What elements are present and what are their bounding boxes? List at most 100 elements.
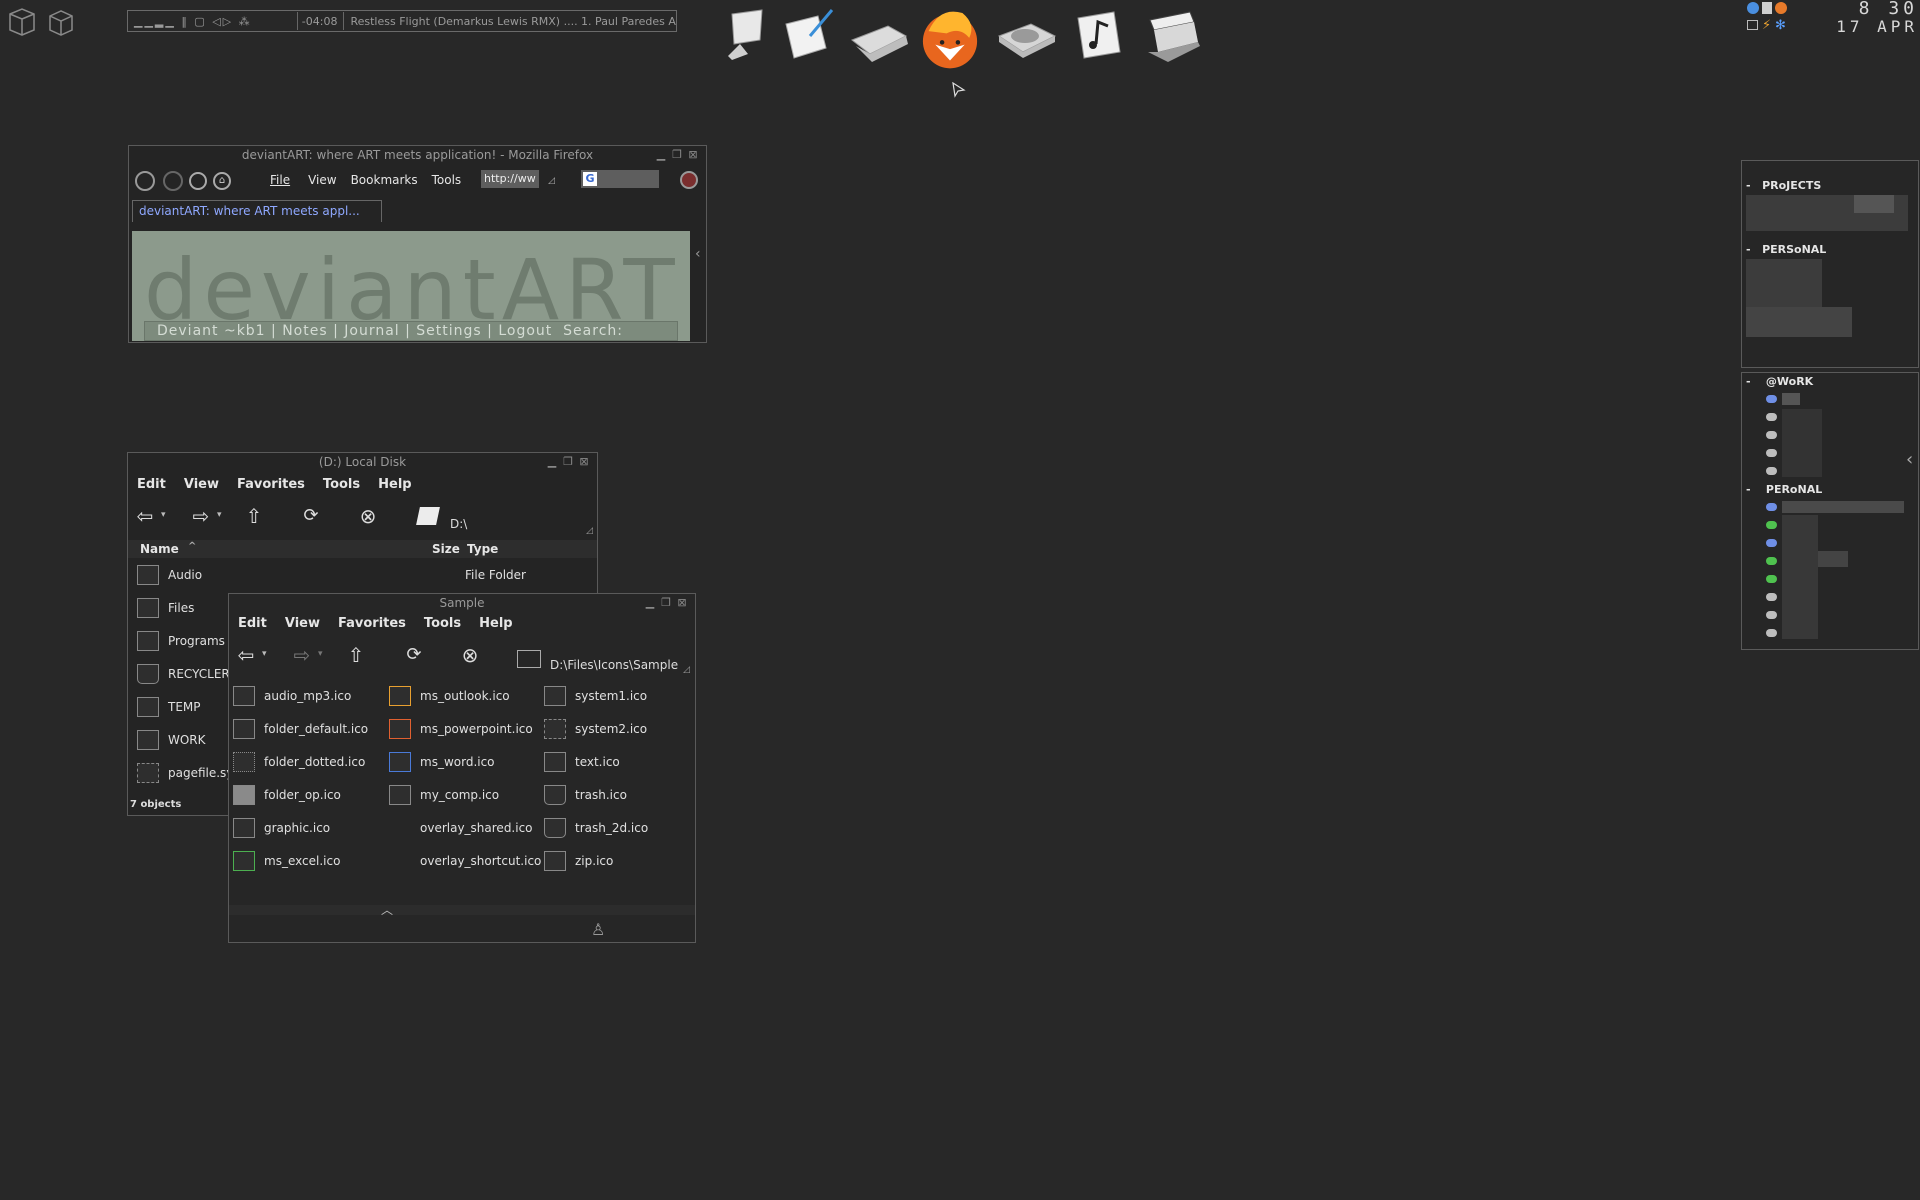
file-item[interactable]: trash_2d.ico — [544, 813, 648, 843]
maximize-icon[interactable]: ❐ — [561, 455, 575, 469]
menu-help[interactable]: Help — [378, 477, 411, 492]
network-icon[interactable] — [1747, 2, 1759, 14]
url-field[interactable]: http://ww — [481, 170, 539, 188]
contact-item[interactable] — [1818, 551, 1848, 567]
media-player-bar[interactable]: ▁▁▂▁ ‖ ▢ ◁▷ ⁂ -04:08 Restless Flight (De… — [127, 10, 677, 32]
menu-edit[interactable]: Edit — [137, 477, 166, 492]
desktop-cube-icons[interactable] — [6, 6, 76, 36]
notes-icon[interactable] — [780, 6, 842, 68]
file-item[interactable]: overlay_shortcut.ico — [389, 846, 541, 876]
contact-item[interactable] — [1782, 409, 1822, 477]
forward-arrow-icon[interactable]: ⇨ — [188, 503, 214, 529]
turntable-icon[interactable] — [995, 6, 1057, 68]
music-icon[interactable] — [1068, 6, 1130, 68]
menu-bookmarks[interactable]: Bookmarks — [351, 173, 418, 187]
file-item[interactable]: ms_word.ico — [389, 747, 495, 777]
menu-view[interactable]: View — [184, 477, 219, 492]
minimize-icon[interactable]: ▁ — [654, 148, 668, 162]
reload-icon[interactable] — [189, 172, 207, 190]
address-text[interactable]: D:\Files\Icons\Sample — [550, 658, 678, 672]
home-icon[interactable]: ⌂ — [213, 172, 231, 190]
list-item[interactable]: RECYCLER — [137, 659, 230, 689]
site-nav-bar[interactable]: Deviant ~kb1 | Notes | Journal | Setting… — [144, 321, 678, 341]
file-item[interactable]: zip.ico — [544, 846, 613, 876]
menu-tools[interactable]: Tools — [432, 173, 462, 187]
user-icon[interactable] — [1762, 2, 1772, 14]
menu-view[interactable]: View — [308, 173, 336, 187]
file-item[interactable]: folder_dotted.ico — [233, 747, 365, 777]
file-item[interactable]: overlay_shared.ico — [389, 813, 533, 843]
list-item[interactable]: WORK — [137, 725, 206, 755]
forward-icon[interactable] — [163, 171, 183, 191]
group-header[interactable]: - @WoRK — [1746, 375, 1813, 388]
forward-dropdown-icon[interactable]: ▾ — [217, 510, 222, 520]
file-item[interactable]: folder_op.ico — [233, 780, 341, 810]
back-arrow-icon[interactable]: ⇦ — [132, 503, 158, 529]
window-tray-icon[interactable] — [1747, 20, 1758, 30]
file-item[interactable]: ms_outlook.ico — [389, 681, 510, 711]
project-item[interactable] — [1746, 259, 1822, 307]
contact-item[interactable] — [1782, 501, 1904, 513]
menu-favorites[interactable]: Favorites — [338, 616, 406, 631]
file-item[interactable]: ms_excel.ico — [233, 846, 340, 876]
file-item[interactable]: ms_powerpoint.ico — [389, 714, 533, 744]
close-icon[interactable]: ⊠ — [675, 596, 689, 610]
address-text[interactable]: D:\ — [450, 517, 467, 531]
up-arrow-icon[interactable]: ⇧ — [343, 642, 369, 668]
refresh-icon[interactable]: ⟳ — [298, 503, 324, 529]
list-item[interactable]: Files — [137, 593, 194, 623]
panel-collapse-icon[interactable]: ‹ — [1906, 449, 1913, 470]
sidebar-toggle-icon[interactable]: ‹ — [695, 246, 701, 262]
forward-dropdown-icon[interactable]: ▾ — [318, 649, 323, 659]
file-item[interactable]: audio_mp3.ico — [233, 681, 351, 711]
column-name[interactable]: Name — [140, 542, 179, 556]
list-item[interactable]: pagefile.sy — [137, 758, 233, 788]
file-item[interactable]: folder_default.ico — [233, 714, 368, 744]
file-item[interactable]: system2.ico — [544, 714, 647, 744]
menu-edit[interactable]: Edit — [238, 616, 267, 631]
back-dropdown-icon[interactable]: ▾ — [161, 510, 166, 520]
contact-item[interactable] — [1782, 393, 1800, 405]
list-item[interactable]: Programs — [137, 626, 225, 656]
menu-file[interactable]: File — [270, 173, 290, 187]
menu-help[interactable]: Help — [479, 616, 512, 631]
minimize-icon[interactable]: ▁ — [545, 455, 559, 469]
back-dropdown-icon[interactable]: ▾ — [262, 649, 267, 659]
group-header[interactable]: - PERoNAL — [1746, 483, 1822, 496]
file-item[interactable]: text.ico — [544, 747, 620, 777]
maximize-icon[interactable]: ❐ — [659, 596, 673, 610]
list-item[interactable]: TEMP — [137, 692, 201, 722]
maximize-icon[interactable]: ❐ — [670, 148, 684, 162]
menu-favorites[interactable]: Favorites — [237, 477, 305, 492]
lightning-icon[interactable]: ⚡ — [1762, 18, 1771, 33]
project-item[interactable] — [1854, 195, 1894, 213]
scanner-icon[interactable] — [848, 6, 910, 68]
close-icon[interactable]: ⊠ — [686, 148, 700, 162]
back-icon[interactable] — [135, 171, 155, 191]
contact-item[interactable] — [1782, 515, 1818, 639]
list-item[interactable]: Audio — [137, 560, 202, 590]
media-controls-icon[interactable]: ▁▁▂▁ ‖ ▢ ◁▷ ⁂ — [128, 15, 297, 28]
stop-icon[interactable]: ⊗ — [457, 642, 483, 668]
stop-icon[interactable] — [680, 171, 698, 189]
back-arrow-icon[interactable]: ⇦ — [233, 642, 259, 668]
column-type[interactable]: Type — [467, 542, 498, 556]
menu-tools[interactable]: Tools — [424, 616, 461, 631]
project-item[interactable] — [1746, 307, 1852, 337]
close-icon[interactable]: ⊠ — [577, 455, 591, 469]
stop-icon[interactable]: ⊗ — [355, 503, 381, 529]
snowflake-icon[interactable]: ✻ — [1775, 18, 1786, 33]
minimize-icon[interactable]: ▁ — [643, 596, 657, 610]
search-field[interactable]: G — [581, 170, 659, 188]
group-header[interactable]: - PRoJECTS — [1746, 179, 1821, 192]
menu-tools[interactable]: Tools — [323, 477, 360, 492]
clapper-icon[interactable] — [1140, 6, 1202, 68]
file-item[interactable]: my_comp.ico — [389, 780, 499, 810]
browser-tab[interactable]: deviantART: where ART meets appl... — [132, 200, 382, 222]
up-arrow-icon[interactable]: ⇧ — [241, 503, 267, 529]
column-size[interactable]: Size — [432, 542, 460, 556]
display-icon[interactable] — [718, 6, 780, 68]
group-header[interactable]: - PERSoNAL — [1746, 243, 1826, 256]
firefox-icon[interactable] — [915, 4, 985, 74]
firefox-tray-icon[interactable] — [1775, 2, 1787, 14]
